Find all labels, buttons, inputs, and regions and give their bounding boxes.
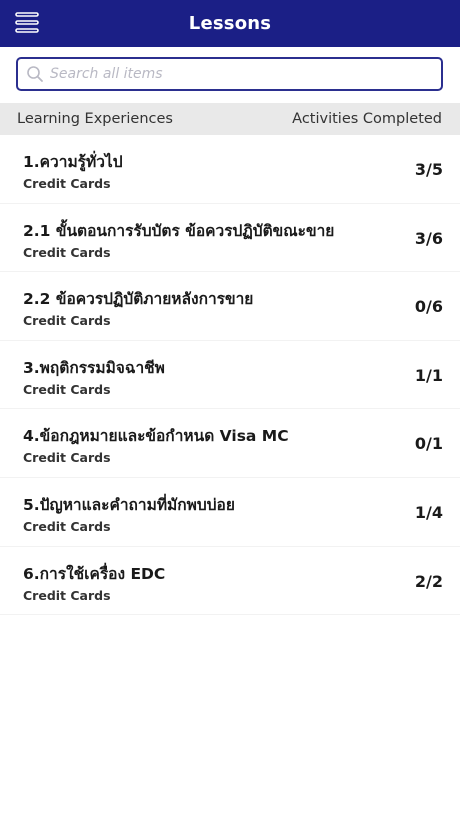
lesson-row[interactable]: 6.การใช้เครื่อง EDC Credit Cards 2/2 <box>0 547 460 616</box>
lesson-row[interactable]: 3.พฤติกรรมมิจฉาชีพ Credit Cards 1/1 <box>0 341 460 410</box>
lesson-category: Credit Cards <box>23 518 111 534</box>
lesson-title: 2.2 ข้อควรปฏิบัติภายหลังการขาย <box>23 290 254 309</box>
lesson-category: Credit Cards <box>23 244 111 260</box>
activities-completed-header: Activities Completed <box>292 111 442 127</box>
lesson-title: 2.1 ขั้นตอนการรับบัตร ข้อควรปฏิบัติขณะขา… <box>23 221 335 240</box>
search-box[interactable] <box>16 57 443 91</box>
lesson-title: 6.การใช้เครื่อง EDC <box>23 564 166 583</box>
lesson-completed-count: 1/1 <box>414 365 443 385</box>
lesson-completed-count: 1/4 <box>414 502 443 522</box>
lesson-row[interactable]: 5.ปัญหาและคำถามที่มักพบบ่อย Credit Cards… <box>0 478 460 547</box>
lesson-completed-count: 0/6 <box>414 297 443 317</box>
lesson-row[interactable]: 4.ข้อกฎหมายและข้อกำหนด Visa MC Credit Ca… <box>0 409 460 478</box>
search-icon <box>27 66 43 82</box>
lesson-completed-count: 3/6 <box>414 228 443 248</box>
search-input[interactable] <box>50 66 430 82</box>
lesson-completed-count: 3/5 <box>414 160 443 179</box>
lesson-row[interactable]: 2.1 ขั้นตอนการรับบัตร ข้อควรปฏิบัติขณะขา… <box>0 204 460 273</box>
lesson-title: 5.ปัญหาและคำถามที่มักพบบ่อย <box>23 495 235 514</box>
lesson-category: Credit Cards <box>23 176 111 191</box>
menu-button[interactable] <box>14 10 42 36</box>
lessons-screen: Lessons Learning Experiences Activities … <box>0 0 460 818</box>
lesson-title: 1.ความรู้ทั่วไป <box>23 153 123 171</box>
lesson-category: Credit Cards <box>23 381 111 397</box>
learning-experiences-header: Learning Experiences <box>17 111 173 127</box>
page-title: Lessons <box>188 13 272 34</box>
hamburger-menu-icon <box>15 12 39 33</box>
lesson-category: Credit Cards <box>23 313 111 329</box>
lesson-completed-count: 2/2 <box>414 571 443 591</box>
lesson-category: Credit Cards <box>23 450 111 466</box>
lesson-title: 4.ข้อกฎหมายและข้อกำหนด Visa MC <box>23 427 289 446</box>
lesson-row[interactable]: 2.2 ข้อควรปฏิบัติภายหลังการขาย Credit Ca… <box>0 272 460 341</box>
list-header: Learning Experiences Activities Complete… <box>0 103 460 135</box>
lesson-completed-count: 0/1 <box>414 434 443 454</box>
top-bar: Lessons <box>0 0 460 47</box>
lesson-title: 3.พฤติกรรมมิจฉาชีพ <box>23 358 165 377</box>
lesson-category: Credit Cards <box>23 587 111 603</box>
lesson-row[interactable]: 1.ความรู้ทั่วไป Credit Cards 3/5 <box>0 135 460 204</box>
lesson-list: 1.ความรู้ทั่วไป Credit Cards 3/5 2.1 ขั้… <box>0 135 460 616</box>
